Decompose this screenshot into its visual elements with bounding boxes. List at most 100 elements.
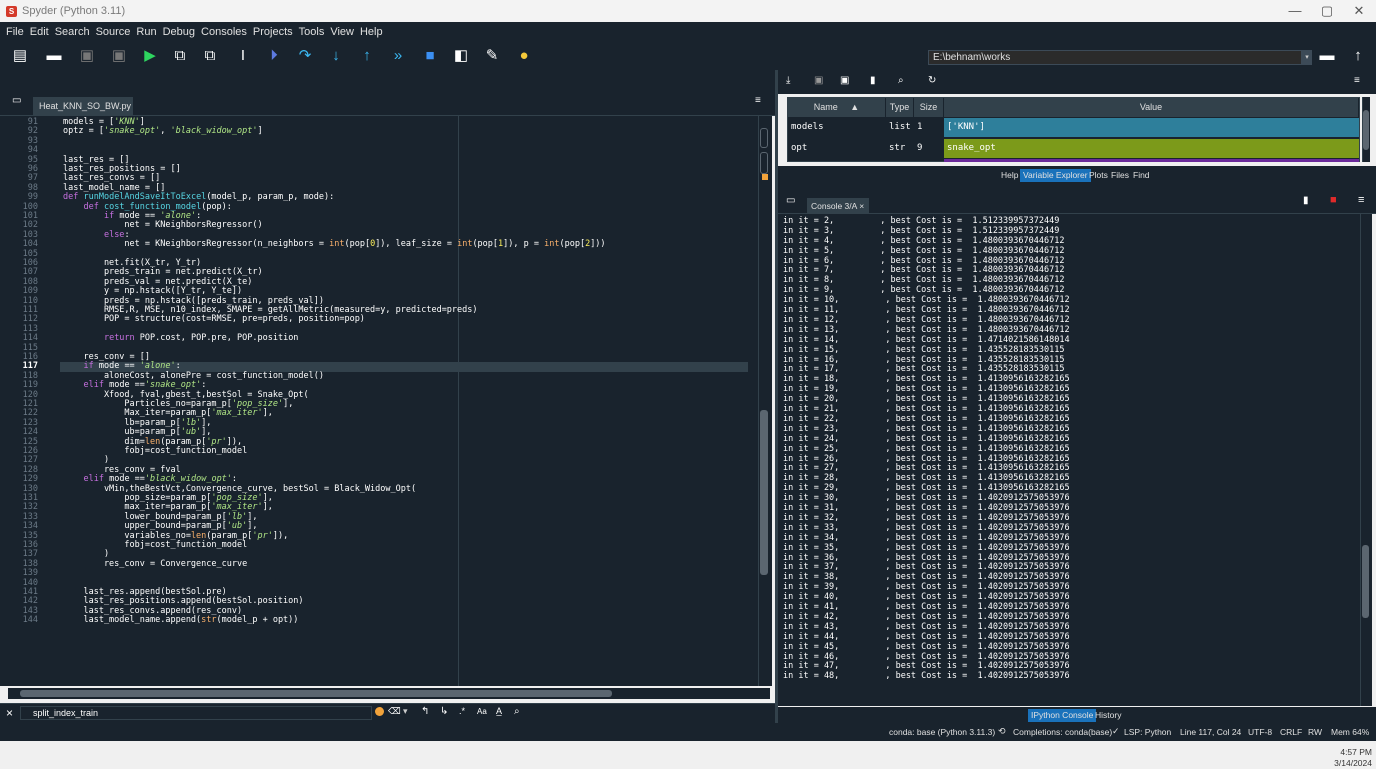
variable-value: ['KNN'] (944, 118, 1359, 137)
run-icon[interactable]: ▶ (140, 46, 160, 66)
status-completions[interactable]: Completions: conda(base) (1013, 727, 1112, 737)
save-all-icon[interactable]: ▣ (109, 46, 129, 66)
browse-folder-icon[interactable]: ▬ (1317, 46, 1337, 66)
menu-run[interactable]: Run (136, 26, 156, 38)
variable-table-scrollbar-thumb[interactable] (1363, 110, 1369, 150)
status-conda[interactable]: conda: base (Python 3.11.3) (889, 727, 995, 737)
editor-options-icon[interactable]: ≡ (755, 95, 761, 106)
run-cell-icon[interactable]: ⧉ (170, 46, 190, 66)
python-path-icon[interactable]: ● (514, 46, 534, 66)
column-header-name[interactable]: Name ▲ (788, 98, 886, 117)
step-out-icon[interactable]: ↑ (357, 46, 377, 66)
new-file-icon[interactable]: ▤ (10, 46, 30, 66)
code-editor[interactable]: 91 92 93 94 95 96 97 98 99 100 101 102 103 104 105 106 1… (0, 116, 758, 686)
tab-find[interactable]: Find (1130, 169, 1153, 182)
working-directory-dropdown[interactable]: ▾ (1302, 50, 1312, 65)
menu-projects[interactable]: Projects (253, 26, 293, 38)
tab-history[interactable]: History (1092, 709, 1124, 722)
import-data-icon[interactable]: ⤓ (786, 75, 790, 86)
highlight-matches-icon[interactable]: ⌕ (514, 706, 520, 717)
console-scrollbar-thumb[interactable] (1362, 545, 1369, 618)
console-line: in it = 15, , best Cost is = 1.435528183… (783, 344, 1065, 355)
clear-find-icon[interactable]: ⌫ (388, 706, 401, 717)
menu-tools[interactable]: Tools (299, 26, 325, 38)
menu-debug[interactable]: Debug (163, 26, 195, 38)
code-line: res_conv = Convergence_curve (63, 558, 248, 569)
open-folder-icon[interactable]: ▬ (44, 46, 64, 66)
menu-consoles[interactable]: Consoles (201, 26, 247, 38)
column-header-type[interactable]: Type (886, 98, 914, 117)
run-cell-advance-icon[interactable]: ⧉ (200, 46, 220, 66)
console-options-icon[interactable]: ≡ (1358, 194, 1364, 206)
close-window-button[interactable]: ✕ (1342, 0, 1376, 22)
menu-view[interactable]: View (330, 26, 354, 38)
regex-icon[interactable]: .* (459, 706, 465, 716)
clock-time[interactable]: 4:57 PM (1328, 747, 1372, 757)
find-warning-icon (375, 707, 384, 716)
column-header-size[interactable]: Size (914, 98, 944, 117)
menu-bar: File Edit Search Source Run Debug Consol… (0, 22, 1376, 42)
menu-file[interactable]: File (6, 26, 24, 38)
working-directory-input[interactable]: E:\behnam\works (928, 50, 1302, 65)
code-line: last_model_name.append(str(model_p + opt… (63, 615, 299, 626)
step-over-icon[interactable]: ↷ (295, 46, 315, 66)
save-data-icon[interactable]: ▣ (814, 75, 823, 86)
menu-search[interactable]: Search (55, 26, 90, 38)
close-find-icon[interactable]: × (6, 706, 13, 720)
menu-edit[interactable]: Edit (30, 26, 49, 38)
clock-date[interactable]: 3/14/2024 (1320, 758, 1372, 768)
find-previous-icon[interactable]: ↰ (421, 706, 429, 717)
stop-icon[interactable]: ■ (420, 46, 440, 66)
table-row[interactable]: opt str 9 snake_opt (788, 139, 1359, 159)
maximize-button[interactable]: ▢ (1310, 0, 1344, 22)
edge-line (458, 116, 459, 686)
editor-horizontal-scrollbar-thumb[interactable] (20, 690, 612, 697)
search-variables-icon[interactable]: ⌕ (898, 75, 904, 86)
status-bar: conda: base (Python 3.11.3) ⟲ Completion… (0, 723, 1376, 741)
tab-ipython-console[interactable]: IPython Console (1028, 709, 1097, 722)
tab-help[interactable]: Help (998, 169, 1021, 182)
save-data-as-icon[interactable]: ▣ (840, 75, 849, 86)
debug-icon[interactable]: ⏵ (264, 46, 284, 66)
whole-word-toggle[interactable]: A̲ (496, 706, 502, 716)
console-line: in it = 48, , best Cost is = 1.402091257… (783, 671, 1070, 682)
minimize-button[interactable]: — (1278, 0, 1312, 22)
variable-size: 1 (917, 122, 923, 132)
preferences-icon[interactable]: ✎ (482, 46, 502, 66)
console-line: in it = 5, , best Cost is = 1.4800393670… (783, 245, 1065, 256)
continue-icon[interactable]: » (388, 46, 408, 66)
interrupt-kernel-icon[interactable]: ■ (1330, 194, 1337, 206)
line-number-gutter: 91 92 93 94 95 96 97 98 99 100 101 102 103 104 105 106 1… (0, 116, 60, 686)
editor-scrollbar[interactable] (758, 116, 772, 686)
tab-variable-explorer[interactable]: Variable Explorer (1020, 169, 1091, 182)
step-into-icon[interactable]: ↓ (326, 46, 346, 66)
browse-tabs-icon[interactable]: ▭ (12, 95, 21, 106)
save-icon[interactable]: ▣ (77, 46, 97, 66)
status-memory: Mem 64% (1331, 727, 1370, 737)
find-history-dropdown[interactable]: ▾ (403, 706, 408, 717)
remove-all-icon[interactable]: ▮ (870, 75, 876, 86)
case-sensitive-toggle[interactable]: Aa (477, 707, 487, 716)
line-number: 144 (22, 615, 38, 626)
tab-files[interactable]: Files (1108, 169, 1132, 182)
refresh-icon[interactable]: ↻ (928, 75, 936, 86)
ipython-console[interactable]: in it = 1, , best Cost is = 1.7837019340… (778, 214, 1360, 706)
find-input[interactable]: split_index_train (20, 706, 372, 720)
menu-source[interactable]: Source (96, 26, 131, 38)
console-tab[interactable]: Console 3/A × (807, 198, 869, 214)
console-line: in it = 25, , best Cost is = 1.413095616… (783, 443, 1070, 454)
table-row[interactable]: models list 1 ['KNN'] (788, 118, 1359, 138)
menu-help[interactable]: Help (360, 26, 383, 38)
variable-explorer-options-icon[interactable]: ≡ (1354, 75, 1360, 86)
run-selection-icon[interactable]: I (233, 46, 253, 66)
editor-scrollbar-thumb[interactable] (760, 410, 768, 575)
parent-directory-icon[interactable]: ↑ (1348, 46, 1368, 66)
editor-tab-file[interactable]: Heat_KNN_SO_BW.py × (33, 97, 133, 130)
maximize-pane-icon[interactable]: ◧ (451, 46, 471, 66)
clear-console-icon[interactable]: ▮ (1303, 195, 1309, 206)
find-next-icon[interactable]: ↳ (440, 706, 448, 717)
browse-consoles-icon[interactable]: ▭ (786, 195, 795, 206)
status-lsp[interactable]: LSP: Python (1124, 727, 1171, 737)
column-header-value[interactable]: Value (944, 98, 1359, 117)
console-scrollbar[interactable] (1360, 214, 1372, 706)
